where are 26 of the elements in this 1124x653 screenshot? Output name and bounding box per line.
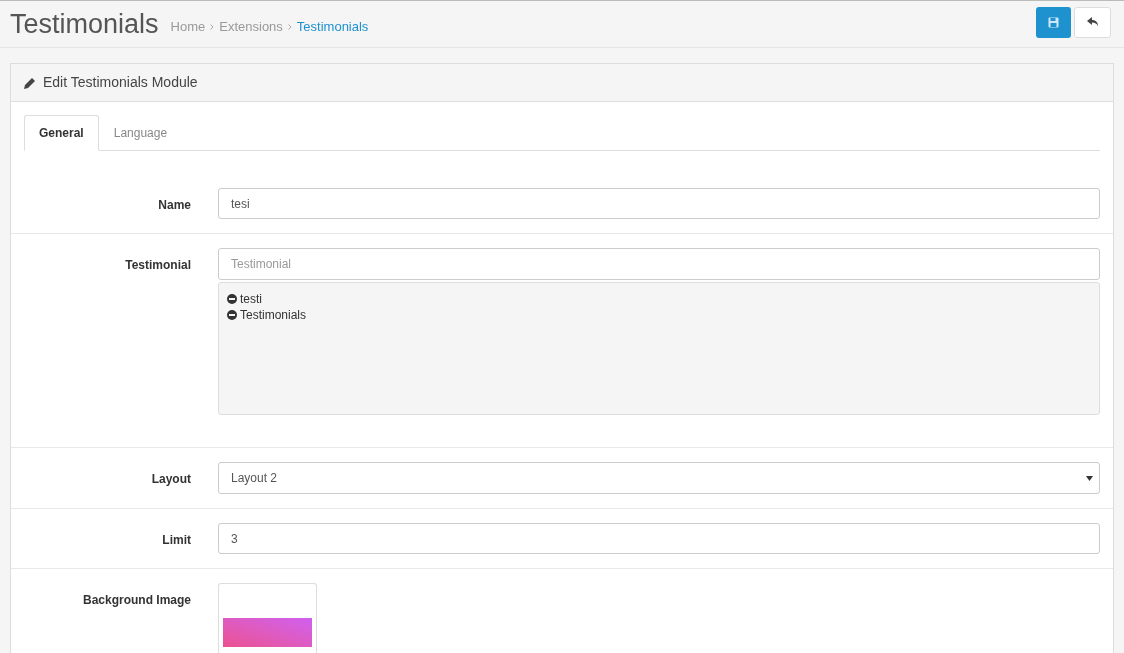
layout-select[interactable]: Layout 2: [218, 462, 1100, 494]
page-title: Testimonials: [10, 10, 159, 38]
field-label: Name: [157, 197, 191, 214]
testimonial-tag: Testimonials: [240, 307, 307, 323]
testimonial-search-field[interactable]: Testimonial: [218, 248, 1100, 280]
back-button[interactable]: [1074, 6, 1111, 38]
tab[interactable]: General: [24, 115, 99, 151]
testimonial-tag: testi: [240, 291, 262, 307]
tab[interactable]: Language: [98, 115, 183, 151]
field-label: Layout: [150, 471, 191, 488]
remove-icon[interactable]: [227, 310, 237, 320]
panel-title: Edit Testimonials Module: [43, 73, 198, 92]
field-label: Testimonial: [124, 257, 191, 274]
remove-icon[interactable]: [227, 294, 237, 304]
field-label: Background Image: [81, 592, 191, 609]
reply-arrow-icon: [1086, 17, 1099, 27]
save-icon: [1048, 16, 1059, 28]
pencil-icon: [24, 76, 36, 89]
field-label: Limit: [161, 532, 191, 549]
save-button[interactable]: [1036, 6, 1071, 38]
text-field[interactable]: tesi: [218, 188, 1100, 219]
chevron-right-icon: [210, 23, 215, 30]
text-field[interactable]: 3: [218, 523, 1100, 554]
image-thumbnail[interactable]: [218, 583, 317, 653]
chevron-right-icon: [287, 23, 292, 30]
dropdown-caret-icon: [1086, 475, 1093, 481]
